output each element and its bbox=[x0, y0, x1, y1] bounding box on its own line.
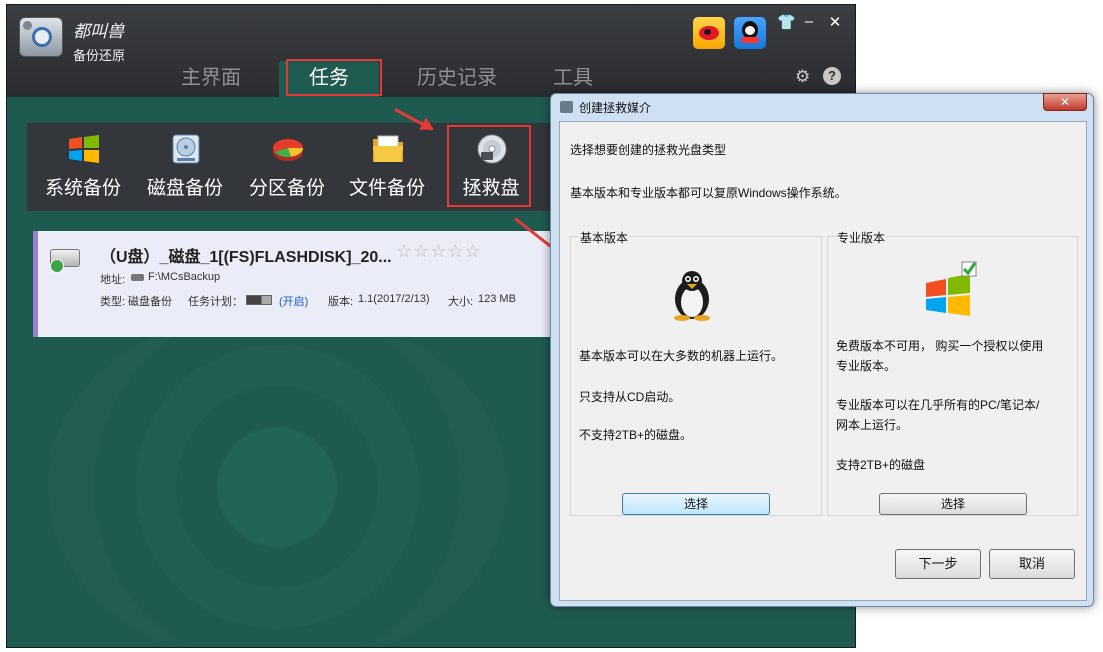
dialog-app-icon bbox=[560, 101, 573, 113]
basic-line-1: 基本版本可以在大多数的机器上运行。 bbox=[579, 349, 784, 363]
size-value: 123 MB bbox=[478, 293, 516, 305]
task-tab-highlight bbox=[286, 59, 382, 96]
pro-version-title: 专业版本 bbox=[836, 229, 887, 246]
app-logo-icon bbox=[19, 17, 63, 57]
weibo-icon[interactable] bbox=[693, 17, 725, 49]
rating-stars[interactable]: ☆☆☆☆☆ bbox=[396, 241, 482, 262]
size-label: 大小: bbox=[448, 296, 474, 308]
task-title: （U盘）_磁盘_1[(FS)FLASHDISK]_20... bbox=[100, 249, 392, 266]
file-backup-button[interactable]: 文件备份 bbox=[337, 123, 437, 211]
app-brand: 都叫兽 备份还原 bbox=[73, 17, 125, 64]
version-value: 1.1(2017/2/13) bbox=[358, 293, 430, 305]
partition-backup-label: 分区备份 bbox=[248, 178, 325, 199]
pro-version-group: 专业版本 免费版本不可用， 购买一个授权以使用 专业版本。 专业版本可以在几乎所… bbox=[827, 229, 1078, 516]
drive-icon bbox=[131, 274, 144, 281]
help-icon[interactable]: ? bbox=[823, 67, 841, 85]
partition-backup-button[interactable]: 分区备份 bbox=[237, 123, 337, 211]
address-label: 地址: bbox=[100, 274, 126, 286]
next-button[interactable]: 下一步 bbox=[895, 549, 981, 579]
pie-partition-icon bbox=[273, 139, 303, 161]
tab-home[interactable]: 主界面 bbox=[161, 61, 261, 97]
minimize-button[interactable]: – bbox=[801, 13, 817, 30]
basic-version-title: 基本版本 bbox=[579, 229, 630, 246]
basic-line-2: 只支持从CD启动。 bbox=[579, 390, 681, 404]
rescue-disk-highlight bbox=[447, 125, 531, 207]
tab-history[interactable]: 历史记录 bbox=[403, 61, 511, 97]
brand-subtitle: 备份还原 bbox=[73, 48, 126, 63]
type-label: 类型: bbox=[100, 296, 126, 308]
pro-line-3: 专业版本可以在几乎所有的PC/笔记本/ bbox=[836, 398, 1040, 412]
pro-line-2: 专业版本。 bbox=[836, 359, 897, 373]
task-card[interactable]: （U盘）_磁盘_1[(FS)FLASHDISK]_20... ☆☆☆☆☆ 地址:… bbox=[33, 231, 593, 337]
title-bar: 都叫兽 备份还原 👕 – ✕ 主界面 任务 历史记录 工具 ⚙ ? bbox=[7, 5, 855, 97]
background-disc-decoration bbox=[47, 307, 507, 647]
select-basic-button[interactable]: 选择 bbox=[622, 493, 770, 515]
brand-name: 都叫兽 bbox=[73, 22, 124, 42]
disk-backup-button[interactable]: 磁盘备份 bbox=[135, 123, 235, 211]
type-value: 磁盘备份 bbox=[128, 296, 172, 308]
pro-line-4: 网本上运行。 bbox=[836, 418, 909, 432]
select-pro-button[interactable]: 选择 bbox=[879, 493, 1027, 515]
folder-icon bbox=[373, 135, 403, 162]
windows-check-icon bbox=[926, 261, 977, 316]
dialog-title: 创建拯救媒介 bbox=[579, 101, 652, 115]
backup-toolbar: 系统备份 磁盘备份 分区备份 文件备份 拯救盘 bbox=[27, 123, 627, 211]
disk-backup-label: 磁盘备份 bbox=[146, 178, 223, 199]
schedule-state[interactable]: (开启) bbox=[279, 293, 308, 309]
schedule-toggle[interactable] bbox=[246, 295, 272, 305]
basic-line-3: 不支持2TB+的磁盘。 bbox=[579, 428, 693, 442]
settings-icon[interactable]: ⚙ bbox=[795, 67, 810, 87]
windows-logo-icon bbox=[69, 135, 99, 163]
cancel-button[interactable]: 取消 bbox=[989, 549, 1075, 579]
rescue-media-dialog: 创建拯救媒介 ✕ 选择想要创建的拯救光盘类型 基本版本和专业版本都可以复原Win… bbox=[550, 93, 1094, 607]
schedule-label: 任务计划： bbox=[188, 296, 243, 308]
linux-penguin-icon bbox=[674, 271, 710, 321]
file-backup-label: 文件备份 bbox=[348, 178, 425, 199]
dialog-close-button[interactable]: ✕ bbox=[1043, 93, 1087, 111]
close-button[interactable]: ✕ bbox=[827, 13, 843, 31]
check-status-icon bbox=[50, 259, 64, 273]
address-value: F:\MCsBackup bbox=[148, 271, 221, 283]
dialog-prompt: 选择想要创建的拯救光盘类型 bbox=[570, 143, 727, 157]
pro-line-5: 支持2TB+的磁盘 bbox=[836, 458, 926, 472]
system-backup-button[interactable]: 系统备份 bbox=[33, 123, 133, 211]
pro-line-1: 免费版本不可用， 购买一个授权以使用 bbox=[836, 339, 1044, 353]
basic-version-group: 基本版本 基本版本可以在大多数的机器上运行。 只支持从CD启动。 不支持2TB+… bbox=[570, 229, 822, 516]
tab-tools[interactable]: 工具 bbox=[523, 61, 623, 97]
skin-icon[interactable]: 👕 bbox=[777, 13, 796, 31]
hard-disk-icon bbox=[172, 134, 200, 164]
system-backup-label: 系统备份 bbox=[44, 178, 121, 199]
dialog-body: 选择想要创建的拯救光盘类型 基本版本和专业版本都可以复原Windows操作系统。… bbox=[559, 121, 1087, 601]
dialog-description: 基本版本和专业版本都可以复原Windows操作系统。 bbox=[570, 186, 847, 200]
version-label: 版本: bbox=[328, 296, 354, 308]
qq-icon[interactable] bbox=[734, 17, 766, 49]
